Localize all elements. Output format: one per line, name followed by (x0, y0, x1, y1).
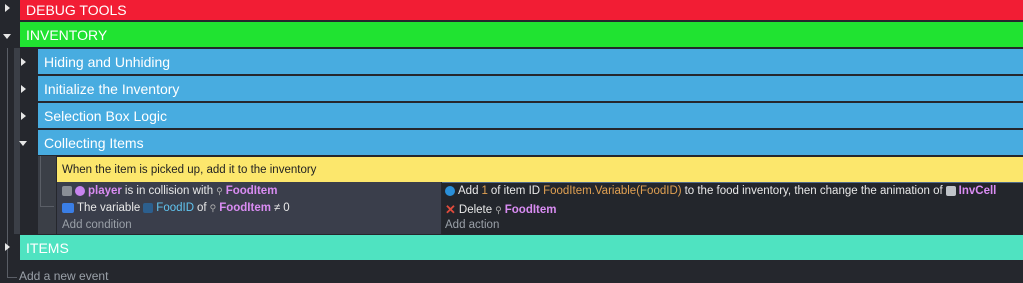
action-add-item[interactable]: Add 1 of item ID FoodItem.Variable(FoodI… (445, 185, 996, 197)
action-text: Delete (458, 204, 493, 216)
add-action-button[interactable]: Add action (445, 219, 499, 231)
object-name: player (88, 185, 122, 197)
expand-icon[interactable] (21, 112, 26, 120)
action-text: to the food inventory, then change the a… (684, 185, 943, 197)
pin-icon: ⚲ (495, 204, 502, 215)
object-icon (945, 186, 956, 196)
group-label: INVENTORY (26, 26, 108, 43)
actions-panel[interactable]: Add 1 of item ID FoodItem.Variable(FoodI… (442, 182, 1023, 235)
subgroup-selection-box-logic[interactable]: Selection Box Logic (38, 103, 1023, 128)
condition-text: of (197, 202, 207, 214)
expand-icon[interactable] (5, 243, 10, 251)
variable-name: FoodID (156, 202, 195, 214)
group-debug-tools[interactable]: DEBUG TOOLS (20, 0, 1023, 20)
collapse-icon[interactable] (3, 34, 11, 39)
tree-line (40, 206, 54, 207)
object-name: FoodItem (225, 185, 278, 197)
conditions-panel[interactable]: player is in collision with ⚲ FoodItem T… (57, 182, 441, 234)
subgroup-hiding-unhiding[interactable]: Hiding and Unhiding (38, 49, 1023, 74)
condition-text: is in collision with (124, 185, 214, 197)
object-name: InvCell (958, 185, 997, 197)
subgroup-label: Hiding and Unhiding (44, 53, 171, 70)
expand-icon[interactable] (21, 58, 26, 66)
value: 0 (283, 202, 290, 214)
collision-icon (62, 186, 72, 196)
action-text: of item ID (490, 185, 541, 197)
tree-line (7, 277, 17, 278)
operator: ≠ (273, 202, 281, 214)
subgroup-label: Collecting Items (44, 134, 144, 151)
group-label: DEBUG TOOLS (26, 2, 127, 18)
condition-collision[interactable]: player is in collision with ⚲ FoodItem (62, 185, 277, 197)
add-condition-button[interactable]: Add condition (62, 219, 132, 231)
object-icon (75, 186, 85, 196)
comment-text: When the item is picked up, add it to th… (62, 163, 317, 176)
variable-icon (62, 203, 74, 213)
subgroup-label: Selection Box Logic (44, 107, 167, 124)
object-name: FoodItem (219, 202, 271, 214)
condition-variable[interactable]: The variable FoodID of ⚲ FoodItem ≠ 0 (62, 202, 290, 214)
subgroup-collecting-items[interactable]: Collecting Items (38, 130, 1023, 155)
tree-line (40, 156, 41, 206)
object-variable-icon (143, 203, 154, 213)
delete-icon: ✕ (445, 202, 456, 217)
inventory-icon (445, 186, 455, 196)
amount: 1 (481, 185, 488, 197)
subgroup-label: Initialize the Inventory (44, 80, 180, 97)
add-new-event-button[interactable]: Add a new event (19, 269, 108, 283)
pin-icon: ⚲ (209, 202, 217, 213)
comment-row[interactable]: When the item is picked up, add it to th… (57, 157, 1023, 182)
group-items[interactable]: ITEMS (20, 235, 1023, 260)
group-inventory[interactable]: INVENTORY (20, 22, 1023, 47)
expand-icon[interactable] (5, 4, 10, 12)
action-text: Add (458, 185, 479, 197)
condition-text: The variable (77, 202, 141, 214)
action-delete[interactable]: ✕ Delete ⚲ FoodItem (445, 202, 557, 218)
expand-icon[interactable] (21, 85, 26, 93)
group-label: ITEMS (26, 239, 69, 256)
subgroup-initialize-inventory[interactable]: Initialize the Inventory (38, 76, 1023, 101)
object-name: FoodItem (504, 204, 557, 216)
pin-icon: ⚲ (216, 185, 223, 196)
collapse-icon[interactable] (19, 141, 27, 146)
expression: FoodItem.Variable(FoodID) (543, 185, 682, 197)
